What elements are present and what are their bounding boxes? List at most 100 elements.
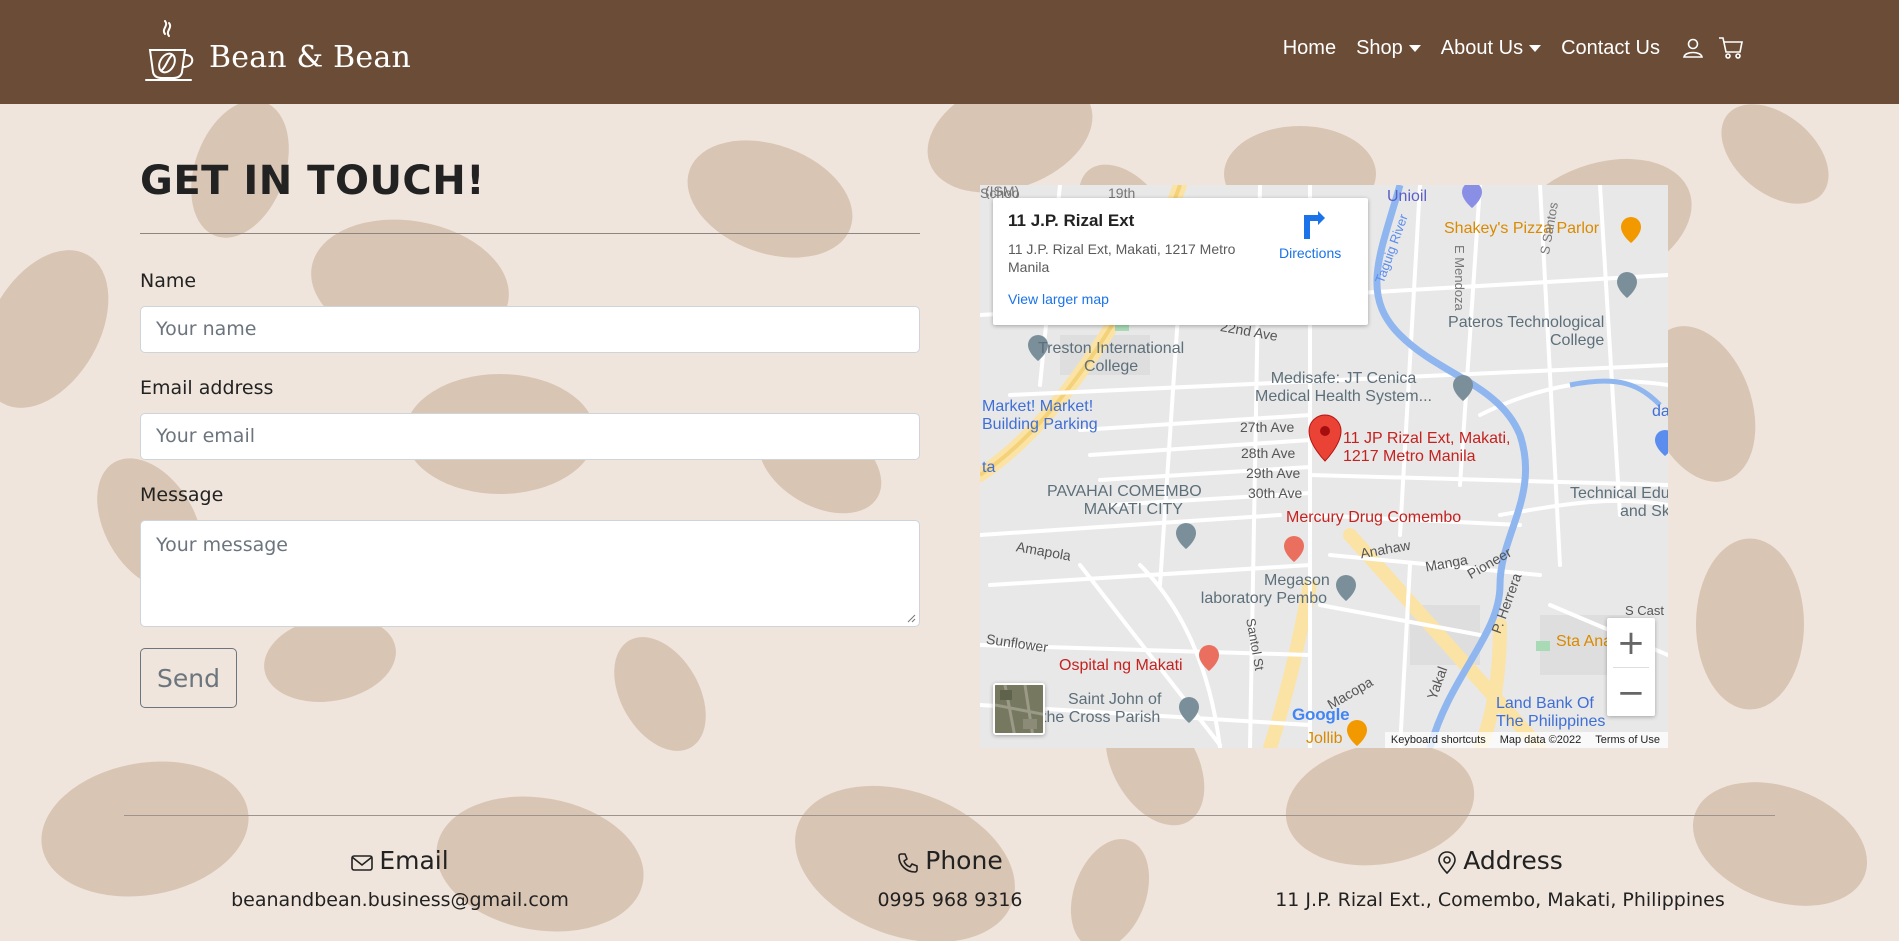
zoom-out-button[interactable]: −	[1607, 668, 1655, 717]
map-label: (ISM)	[985, 185, 1020, 199]
map-label: Market! Market!	[982, 398, 1094, 415]
google-logo: Google	[1292, 705, 1350, 725]
satellite-thumbnail	[995, 685, 1043, 733]
map-place-title: 11 J.P. Rizal Ext	[1008, 211, 1135, 230]
footer-address: Address 11 J.P. Rizal Ext., Comembo, Mak…	[1240, 846, 1760, 911]
map-pin-icon	[1438, 850, 1457, 874]
map-label: Building Parking	[982, 416, 1098, 433]
map-label-pateros: Pateros Technological College	[1440, 314, 1604, 350]
nav-contact[interactable]: Contact Us	[1561, 37, 1660, 60]
footer-divider	[124, 815, 1775, 816]
map-label: College	[1550, 332, 1605, 349]
satellite-toggle[interactable]	[993, 683, 1045, 735]
map-label: Medical Health System...	[1255, 388, 1432, 405]
email-input[interactable]: Your email	[140, 413, 920, 460]
map-label-market: Market! Market! Building Parking	[982, 398, 1098, 434]
google-logo-letters: Google	[1292, 705, 1350, 724]
embedded-map[interactable]: Schoo (ISM) 19th Unioil Shakey's Pizza P…	[980, 185, 1668, 748]
nav-about-label: About Us	[1440, 36, 1524, 59]
map-label: S Cast	[1625, 603, 1665, 618]
map-label-landbank: Land Bank Of The Philippines	[1496, 695, 1605, 731]
nav-home[interactable]: Home	[1283, 37, 1336, 60]
map-label: MAKATI CITY	[1083, 501, 1183, 518]
map-label: Megason	[1264, 572, 1330, 589]
caret-down-icon	[1408, 44, 1421, 52]
zoom-in-button[interactable]: +	[1607, 618, 1655, 667]
map-label: Shakey's Pizza Parlor	[1444, 220, 1600, 237]
page-title: GET IN TOUCH!	[140, 158, 485, 204]
nav-about-dropdown[interactable]: About Us	[1440, 36, 1542, 60]
keyboard-shortcuts-link[interactable]: Keyboard shortcuts	[1391, 734, 1486, 746]
map-label: The Philippines	[1496, 713, 1606, 730]
map-label: PAVAHAI COMEMBO	[1047, 483, 1202, 500]
email-placeholder: Your email	[156, 425, 255, 447]
footer-address-title: Address	[1463, 846, 1563, 875]
map-zoom-control: + −	[1607, 618, 1655, 716]
map-attribution: Keyboard shortcuts Map data ©2022 Terms …	[1384, 732, 1668, 748]
name-input[interactable]: Your name	[140, 306, 920, 353]
map-label: 11 JP Rizal Ext, Makati,	[1343, 430, 1511, 447]
map-pin-label: 11 JP Rizal Ext, Makati, 1217 Metro Manil…	[1343, 430, 1510, 466]
footer-email-title: Email	[379, 846, 449, 875]
caret-down-icon	[1529, 44, 1542, 52]
message-placeholder: Your message	[156, 534, 288, 556]
footer-phone-value[interactable]: 0995 968 9316	[690, 889, 1210, 911]
map-label: 30th Ave	[1248, 485, 1303, 501]
contact-section: GET IN TOUCH! Name Your name Email addre…	[0, 104, 1899, 941]
map-label: Unioil	[1387, 188, 1428, 205]
map-data-credit: Map data ©2022	[1499, 734, 1582, 746]
message-textarea[interactable]: Your message	[140, 520, 920, 627]
footer-phone-heading: Phone	[690, 846, 1210, 875]
map-label: E Mendoza	[1452, 245, 1467, 311]
resize-handle-icon[interactable]	[906, 613, 916, 623]
map-label: Medisafe: JT Cenica	[1270, 370, 1417, 387]
map-label: College	[1083, 358, 1139, 375]
map-label: 27th Ave	[1240, 419, 1295, 435]
map-label: ta	[982, 459, 996, 476]
brand-link[interactable]: Bean & Bean	[145, 20, 411, 84]
footer-address-value: 11 J.P. Rizal Ext., Comembo, Makati, Phi…	[1275, 889, 1725, 911]
footer-email-value[interactable]: beanandbean.business@gmail.com	[140, 889, 660, 911]
directions-icon[interactable]	[1296, 211, 1326, 241]
map-label-pavahai: PAVAHAI COMEMBO MAKATI CITY	[1047, 483, 1202, 519]
map-label: da	[1652, 403, 1668, 420]
directions-link[interactable]: Directions	[1279, 245, 1341, 261]
footer-phone-title: Phone	[925, 846, 1003, 875]
map-label: 29th Ave	[1246, 465, 1301, 481]
brand-name: Bean & Bean	[209, 39, 411, 75]
map-label: Land Bank Of	[1496, 695, 1594, 712]
name-label: Name	[140, 270, 197, 292]
map-label-techedu: Technical Educaand Sk	[1570, 485, 1668, 521]
nav-shop-dropdown[interactable]: Shop	[1356, 37, 1421, 60]
terms-of-use-link[interactable]: Terms of Use	[1595, 734, 1660, 746]
map-info-card: 11 J.P. Rizal Ext 11 J.P. Rizal Ext, Mak…	[993, 198, 1368, 325]
map-label-treston: Treston International College	[1038, 340, 1184, 376]
map-label-medisafe: Medisafe: JT Cenica Medical Health System…	[1255, 370, 1432, 406]
send-button[interactable]: Send	[140, 648, 237, 708]
map-label: 28th Ave	[1241, 445, 1296, 461]
user-icon[interactable]	[1682, 37, 1704, 59]
map-label: Saint John of	[1068, 691, 1162, 708]
map-label: Treston International	[1038, 340, 1185, 357]
envelope-icon	[351, 854, 374, 871]
nav-home-label: Home	[1282, 36, 1337, 59]
map-label-saint: Saint John of the Cross Parish	[1042, 691, 1161, 727]
message-label: Message	[140, 484, 224, 506]
footer-email-heading: Email	[140, 846, 660, 875]
map-place-address: 11 J.P. Rizal Ext, Makati, 1217 Metro Ma…	[1008, 241, 1236, 275]
nav-contact-label: Contact Us	[1561, 36, 1660, 59]
nav-shop-label: Shop	[1356, 36, 1403, 59]
footer-phone: Phone 0995 968 9316	[690, 846, 1210, 911]
heading-divider	[140, 233, 920, 234]
map-label: Pateros Technological	[1448, 314, 1605, 331]
cart-icon[interactable]	[1718, 36, 1744, 60]
navbar: Bean & Bean Home Shop About Us Contact U…	[0, 0, 1899, 104]
map-label: the Cross Parish	[1042, 709, 1161, 726]
map-label: laboratory Pembo	[1200, 590, 1328, 607]
map-label: Jollib	[1306, 730, 1343, 747]
map-label-megason: Megason laboratory Pembo	[1198, 572, 1330, 608]
main-nav: Home Shop About Us Contact Us	[1263, 36, 1744, 60]
map-label: Mercury Drug Comembo	[1286, 509, 1462, 526]
email-label: Email address	[140, 377, 274, 399]
view-larger-map-link[interactable]: View larger map	[1008, 291, 1109, 307]
